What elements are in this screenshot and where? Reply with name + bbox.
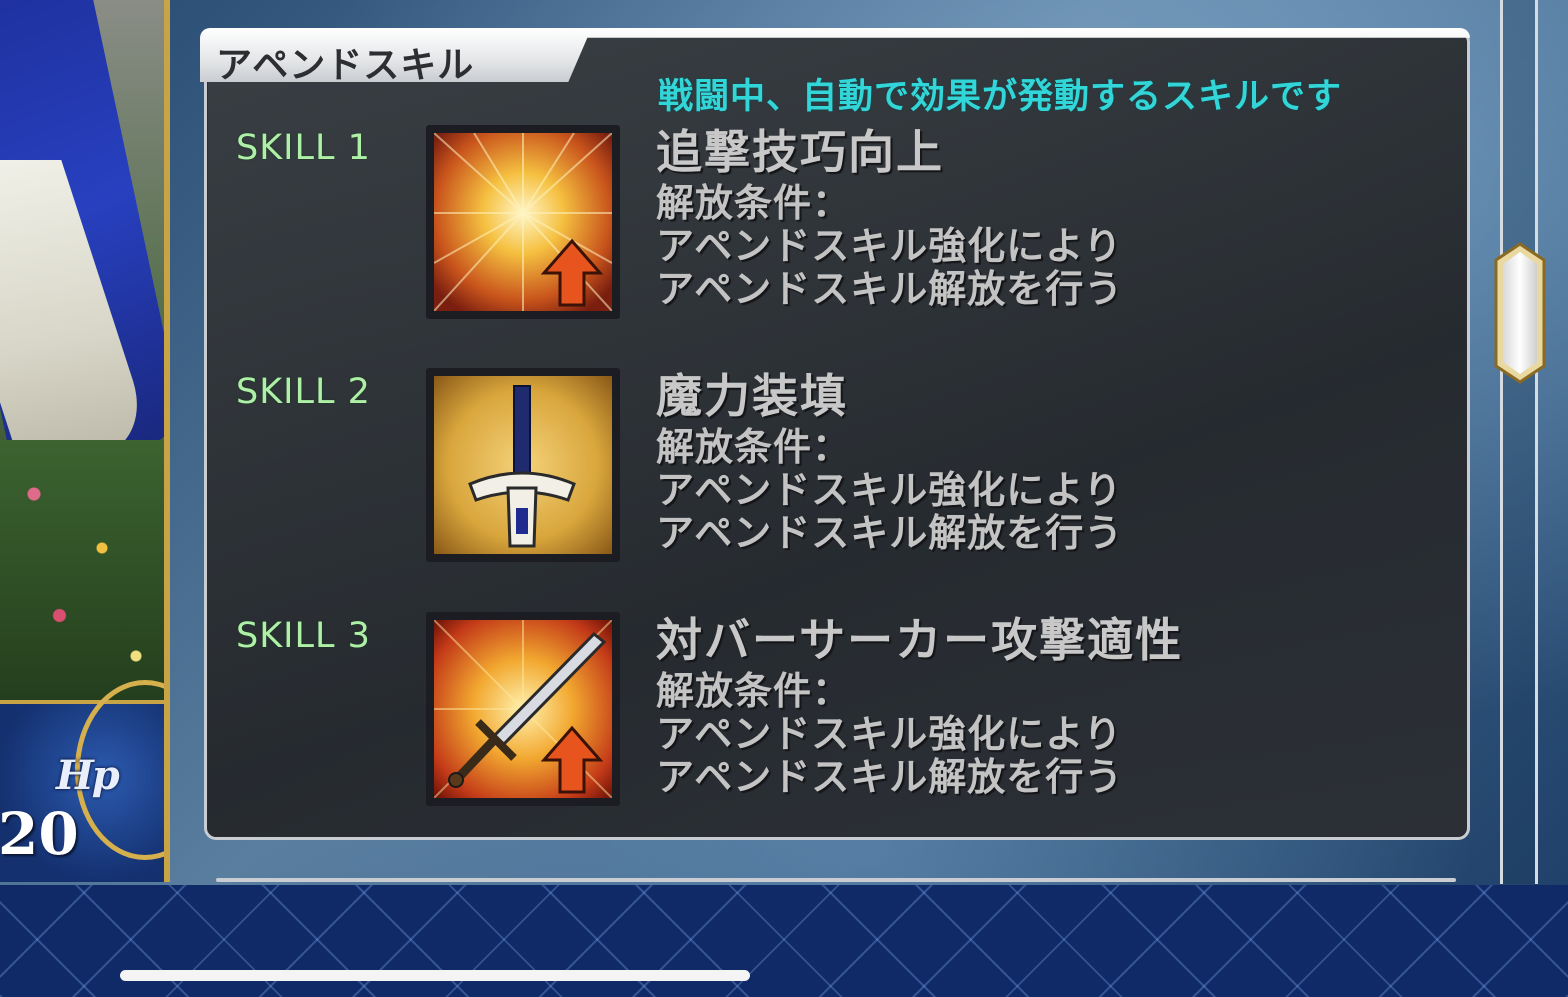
skill-1-name: 追撃技巧向上 xyxy=(656,125,944,179)
sword-diagonal-up-arrow-icon[interactable] xyxy=(426,612,620,806)
starburst-up-arrow-icon[interactable] xyxy=(426,125,620,319)
skill-2-cond-line2: アペンドスキル解放を行う xyxy=(656,511,1124,555)
hp-value: 20 xyxy=(0,800,79,868)
skill-3-cond-label: 解放条件： xyxy=(656,669,852,713)
skill-2-name: 魔力装填 xyxy=(656,369,848,423)
home-indicator[interactable] xyxy=(120,970,750,981)
portrait-flower-garden xyxy=(0,440,164,710)
skill-2-unlock-condition: 解放条件： アペンドスキル強化により アペンドスキル解放を行う xyxy=(656,426,1123,555)
sword-upright-icon[interactable] xyxy=(426,368,620,562)
scrollbar-thumb[interactable] xyxy=(1494,242,1546,384)
skill-1-cond-line1: アペンドスキル強化により xyxy=(656,224,1123,268)
next-panel-edge xyxy=(216,878,1456,882)
skill-2-tag: SKILL 2 xyxy=(236,372,371,412)
skill-1-unlock-condition: 解放条件： アペンドスキル強化により アペンドスキル解放を行う xyxy=(656,182,1123,311)
panel-title: アペンドスキル xyxy=(216,45,475,86)
skill-1-cond-label: 解放条件： xyxy=(656,181,852,225)
skill-3-name: 対バーサーカー攻撃適性 xyxy=(656,613,1184,667)
skill-3-unlock-condition: 解放条件： アペンドスキル強化により アペンドスキル解放を行う xyxy=(656,670,1123,799)
skill-2-cond-label: 解放条件： xyxy=(656,425,852,469)
scrollbar-track[interactable] xyxy=(1500,0,1538,884)
hp-label: Hp xyxy=(56,752,120,799)
skill-3-cond-line1: アペンドスキル強化により xyxy=(656,712,1123,756)
skill-1-cond-line2: アペンドスキル解放を行う xyxy=(656,267,1124,311)
servant-portrait-card[interactable]: Hp 20 xyxy=(0,0,170,882)
skill-3-cond-line2: アペンドスキル解放を行う xyxy=(656,755,1124,799)
skill-2-cond-line1: アペンドスキル強化により xyxy=(656,468,1123,512)
skill-3-tag: SKILL 3 xyxy=(236,616,371,656)
skill-1-tag: SKILL 1 xyxy=(236,128,371,168)
panel-subtitle: 戦闘中、自動で効果が発動するスキルです xyxy=(658,77,1343,117)
